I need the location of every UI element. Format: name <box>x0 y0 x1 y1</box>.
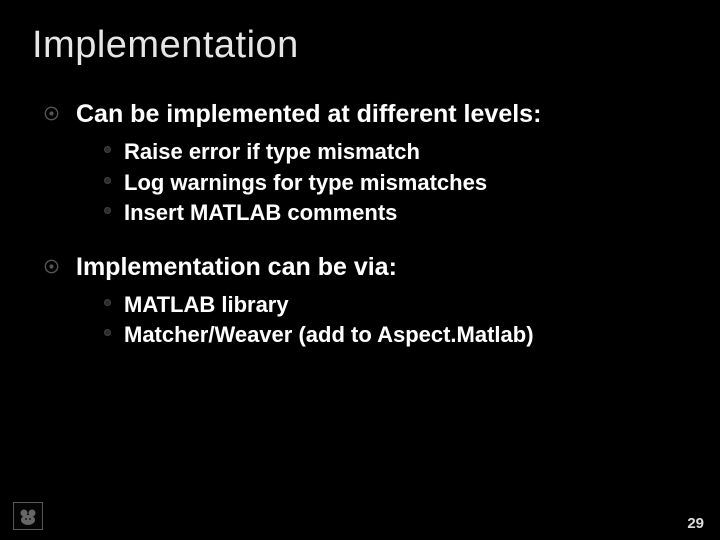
sub-bullet-item: MATLAB library <box>104 291 700 320</box>
sub-bullet-text: Matcher/Weaver (add to Aspect.Matlab) <box>124 321 700 350</box>
target-bullet-icon <box>44 259 59 274</box>
sub-bullet-item: Insert MATLAB comments <box>104 199 700 228</box>
slide-title: Implementation <box>0 0 720 67</box>
sub-bullet-text: MATLAB library <box>124 291 700 320</box>
dot-bullet-icon <box>104 146 111 153</box>
sub-bullet-text: Raise error if type mismatch <box>124 138 700 167</box>
bullet-item: Implementation can be via: MATLAB librar… <box>44 252 700 350</box>
sub-list: MATLAB library Matcher/Weaver (add to As… <box>76 291 700 350</box>
sub-bullet-text: Log warnings for type mismatches <box>124 169 700 198</box>
dot-bullet-icon <box>104 177 111 184</box>
sub-bullet-item: Raise error if type mismatch <box>104 138 700 167</box>
bullet-item: Can be implemented at different levels: … <box>44 99 700 228</box>
sub-bullet-item: Log warnings for type mismatches <box>104 169 700 198</box>
bullet-text: Implementation can be via: <box>76 252 700 283</box>
sub-bullet-item: Matcher/Weaver (add to Aspect.Matlab) <box>104 321 700 350</box>
target-bullet-icon <box>44 106 59 121</box>
dot-bullet-icon <box>104 329 111 336</box>
sub-list: Raise error if type mismatch Log warning… <box>76 138 700 228</box>
sub-bullet-text: Insert MATLAB comments <box>124 199 700 228</box>
dot-bullet-icon <box>104 299 111 306</box>
dot-bullet-icon <box>104 207 111 214</box>
footer-logo <box>13 502 43 530</box>
bullet-text: Can be implemented at different levels: <box>76 99 700 130</box>
page-number: 29 <box>687 515 704 532</box>
slide-content: Can be implemented at different levels: … <box>0 67 720 350</box>
